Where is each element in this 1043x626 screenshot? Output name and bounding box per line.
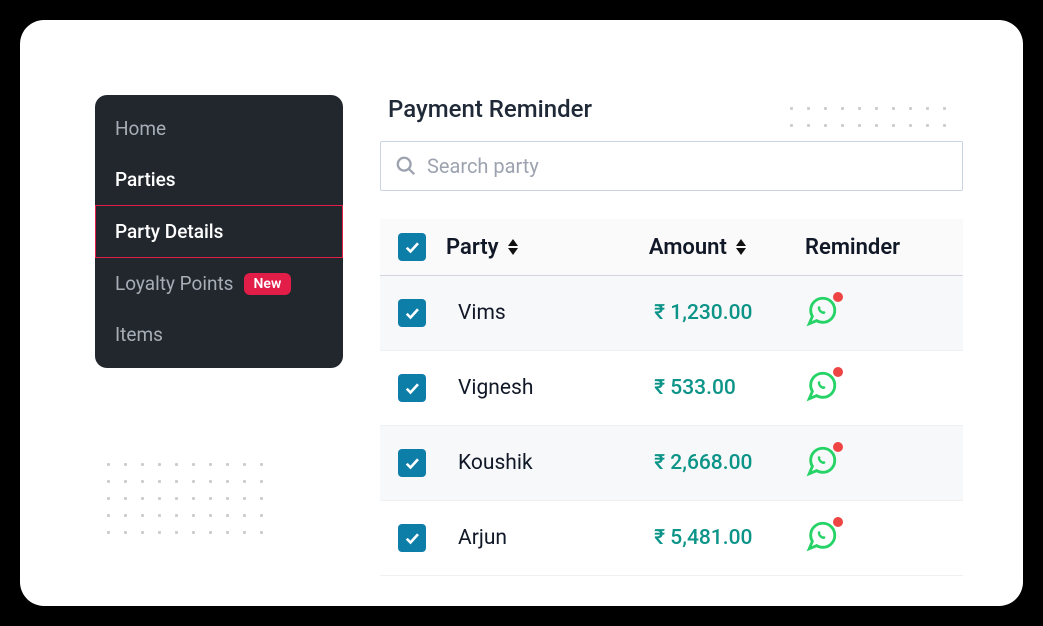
sidebar-item-loyalty-points[interactable]: Loyalty Points New <box>95 258 343 309</box>
table-body: Vims ₹ 1,230.00 Vignesh ₹ 533.00 <box>380 276 963 576</box>
search-icon <box>395 155 417 177</box>
main-content: Payment Reminder Party <box>380 95 963 576</box>
cell-amount: ₹ 533.00 <box>654 376 805 400</box>
whatsapp-reminder-button[interactable] <box>805 519 839 557</box>
table-row: Arjun ₹ 5,481.00 <box>380 501 963 576</box>
decorative-dots-bottom <box>100 456 270 546</box>
table-row: Koushik ₹ 2,668.00 <box>380 426 963 501</box>
table-header: Party Amount Reminder <box>380 219 963 276</box>
cell-amount: ₹ 1,230.00 <box>654 301 805 325</box>
sort-icon <box>507 239 519 255</box>
whatsapp-reminder-button[interactable] <box>805 369 839 407</box>
select-all-checkbox[interactable] <box>398 233 426 261</box>
sidebar-item-label: Party Details <box>115 220 223 243</box>
search-container[interactable] <box>380 141 963 191</box>
sidebar-item-parties[interactable]: Parties <box>95 154 343 205</box>
check-icon <box>403 379 421 397</box>
cell-amount: ₹ 5,481.00 <box>654 526 805 550</box>
app-card: Home Parties Party Details Loyalty Point… <box>20 20 1023 606</box>
check-icon <box>403 304 421 322</box>
notification-dot-icon <box>833 517 843 527</box>
cell-party: Vims <box>446 301 654 325</box>
sidebar-item-label: Home <box>115 117 166 140</box>
cell-amount: ₹ 2,668.00 <box>654 451 805 475</box>
sidebar-item-label: Loyalty Points <box>115 272 234 295</box>
column-header-party[interactable]: Party <box>446 235 649 260</box>
notification-dot-icon <box>833 292 843 302</box>
sidebar-item-items[interactable]: Items <box>95 309 343 360</box>
cell-party: Vignesh <box>446 376 654 400</box>
whatsapp-reminder-button[interactable] <box>805 294 839 332</box>
new-badge: New <box>244 273 292 295</box>
search-input[interactable] <box>427 154 948 178</box>
sidebar-item-party-details[interactable]: Party Details <box>95 205 343 258</box>
sidebar-item-home[interactable]: Home <box>95 103 343 154</box>
notification-dot-icon <box>833 367 843 377</box>
column-label: Reminder <box>805 235 900 260</box>
sidebar-item-label: Parties <box>115 168 176 191</box>
row-checkbox[interactable] <box>398 449 426 477</box>
column-label: Party <box>446 235 499 260</box>
check-icon <box>403 238 421 256</box>
cell-party: Koushik <box>446 451 654 475</box>
table-row: Vims ₹ 1,230.00 <box>380 276 963 351</box>
page-title: Payment Reminder <box>388 95 963 123</box>
column-label: Amount <box>649 235 727 260</box>
column-header-reminder: Reminder <box>805 235 945 260</box>
row-checkbox[interactable] <box>398 374 426 402</box>
whatsapp-reminder-button[interactable] <box>805 444 839 482</box>
notification-dot-icon <box>833 442 843 452</box>
sort-icon <box>735 239 747 255</box>
payment-table: Party Amount Reminder <box>380 219 963 576</box>
check-icon <box>403 529 421 547</box>
row-checkbox[interactable] <box>398 524 426 552</box>
sidebar-item-label: Items <box>115 323 163 346</box>
sidebar: Home Parties Party Details Loyalty Point… <box>95 95 343 368</box>
cell-party: Arjun <box>446 526 654 550</box>
row-checkbox[interactable] <box>398 299 426 327</box>
column-header-amount[interactable]: Amount <box>649 235 805 260</box>
check-icon <box>403 454 421 472</box>
table-row: Vignesh ₹ 533.00 <box>380 351 963 426</box>
